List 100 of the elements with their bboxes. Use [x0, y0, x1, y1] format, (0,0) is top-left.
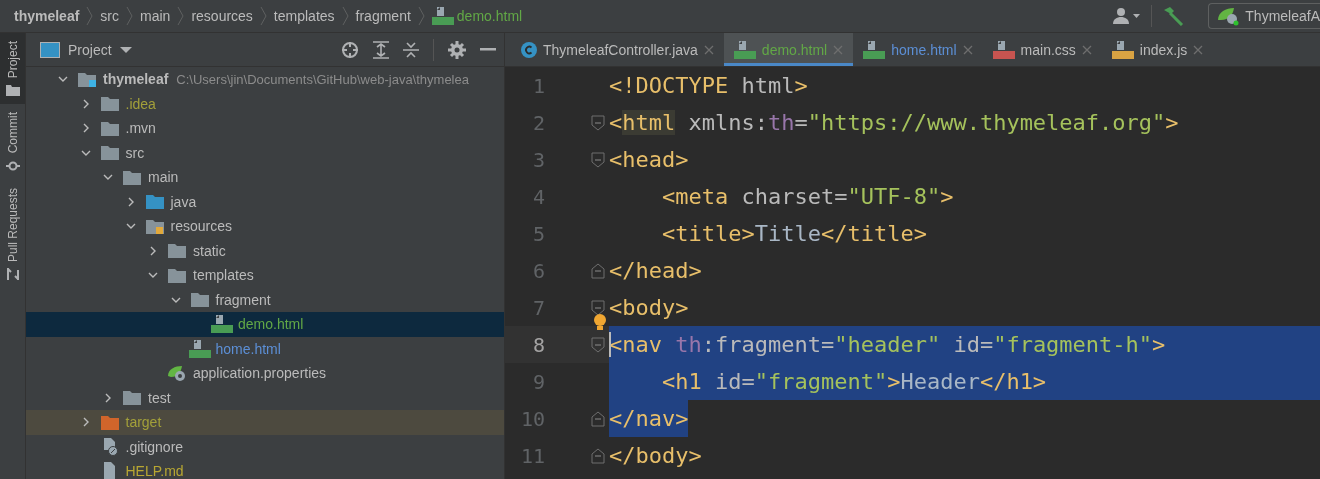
crosshair-icon[interactable] [341, 40, 359, 59]
settings-icon[interactable] [448, 40, 466, 59]
folder-icon [100, 414, 119, 430]
folder-icon [145, 194, 164, 210]
html-file-icon [211, 315, 233, 334]
project-path: C:\Users\jin\Documents\GitHub\web-java\thymelea [176, 71, 469, 87]
run-configuration-dropdown[interactable]: ThymeleafA [1208, 3, 1320, 29]
hammer-icon[interactable] [1162, 6, 1185, 26]
tool-window-tab[interactable]: Pull Requests [0, 179, 25, 288]
user-menu-button[interactable] [1113, 7, 1142, 25]
fold-marker-icon[interactable] [591, 262, 605, 279]
fold-marker-icon[interactable] [591, 114, 605, 131]
editor-tab[interactable]: main.css [982, 33, 1102, 66]
code-line: <meta charset="UTF-8"> [660, 183, 954, 211]
minimize-icon[interactable] [480, 47, 496, 52]
file-icon [101, 437, 118, 456]
breadcrumb[interactable]: main [140, 8, 171, 24]
tree-row[interactable]: static [26, 238, 504, 263]
tree-row[interactable]: .idea [26, 91, 504, 116]
line-number: 6 [531, 258, 545, 283]
line-number: 9 [531, 369, 545, 394]
breadcrumb-separator-icon [126, 6, 134, 26]
fold-marker-icon[interactable] [591, 410, 605, 427]
class-icon [521, 41, 537, 58]
leaf-gear-icon [167, 364, 187, 383]
folder-icon [78, 71, 96, 87]
breadcrumb-separator-icon [341, 6, 349, 26]
js-file-icon [1111, 40, 1134, 59]
folder-icon [100, 96, 119, 112]
window-icon [40, 41, 60, 58]
tree-row[interactable]: application.properties [26, 361, 504, 386]
folder-icon [100, 145, 119, 161]
line-number: 7 [531, 295, 545, 320]
tool-window-tab[interactable]: Project [0, 33, 25, 105]
tree-row[interactable]: resources [26, 214, 504, 239]
html-file-icon [431, 7, 454, 25]
chevron-right-icon[interactable] [148, 245, 158, 256]
editor-tab[interactable]: home.html [853, 33, 983, 66]
tree-row[interactable]: src [26, 140, 504, 165]
folder-icon [123, 169, 141, 185]
tree-row[interactable]: java [26, 189, 504, 214]
line-number: 5 [531, 221, 545, 246]
tree-row[interactable]: home.html [26, 336, 504, 361]
fold-marker-icon[interactable] [591, 447, 605, 464]
breadcrumb[interactable]: src [100, 8, 120, 24]
breadcrumb[interactable]: demo.html [431, 7, 523, 25]
fold-marker-icon[interactable] [591, 299, 605, 316]
line-number: 2 [531, 110, 545, 135]
code-line: <head> [609, 146, 689, 174]
tree-row[interactable]: test [26, 385, 504, 410]
folder-icon [168, 267, 186, 283]
caret-icon [119, 45, 132, 54]
breadcrumb[interactable]: resources [191, 8, 253, 24]
line-number: 10 [519, 406, 545, 431]
tree-row[interactable]: main [26, 165, 504, 190]
folder-icon [100, 120, 119, 136]
collapse-all-icon[interactable] [403, 40, 419, 59]
code-line: </head> [609, 257, 702, 285]
fold-marker-icon[interactable] [591, 151, 605, 168]
tree-row[interactable]: templates [26, 263, 504, 288]
folder-icon [123, 390, 141, 406]
tool-window-tab[interactable]: Commit [0, 104, 25, 180]
line-number: 1 [531, 73, 545, 98]
editor-tab[interactable]: index.js [1101, 33, 1214, 66]
tree-row[interactable]: fragment [26, 287, 504, 312]
breadcrumb[interactable]: fragment [355, 8, 411, 24]
line-number: 4 [531, 184, 545, 209]
tree-row[interactable]: thymeleaf C:\Users\jin\Documents\GitHub\web-java\thymelea [26, 67, 504, 92]
tree-row[interactable]: .mvn [26, 116, 504, 141]
code-line: <body> [609, 294, 689, 322]
breadcrumb-separator-icon [177, 6, 185, 26]
tree-row[interactable]: .gitignore [26, 434, 504, 459]
folder-icon [5, 84, 20, 97]
breadcrumb-separator-icon [86, 6, 94, 26]
tree-row[interactable]: HELP.md [26, 459, 504, 479]
commit-icon [5, 159, 20, 172]
editor-tab[interactable]: ThymeleafController.java [511, 33, 724, 66]
line-number: 8 [531, 332, 545, 357]
file-icon [101, 462, 118, 479]
tree-row[interactable]: target [26, 410, 504, 435]
breadcrumb[interactable]: templates [273, 8, 335, 24]
line-number: 11 [519, 443, 545, 468]
chevron-right-icon[interactable] [103, 392, 113, 403]
expand-all-icon[interactable] [373, 40, 389, 59]
folder-icon [190, 292, 209, 308]
breadcrumb-separator-icon [259, 6, 267, 26]
pull-request-icon [5, 267, 20, 280]
html-file-icon [188, 339, 211, 358]
project-view-dropdown[interactable]: Project [40, 41, 132, 58]
light-bulb-icon[interactable] [592, 313, 608, 333]
html-file-icon [733, 40, 756, 59]
code-line: </body> [609, 442, 702, 470]
html-file-icon [863, 40, 886, 59]
line-number: 3 [531, 147, 545, 172]
css-file-icon [992, 40, 1015, 59]
breadcrumb[interactable]: thymeleaf [14, 8, 80, 24]
folder-icon [168, 243, 186, 259]
code-line: <title>Title</title> [660, 220, 927, 248]
fold-marker-icon[interactable] [591, 336, 605, 353]
tree-row[interactable]: demo.html [26, 312, 504, 337]
